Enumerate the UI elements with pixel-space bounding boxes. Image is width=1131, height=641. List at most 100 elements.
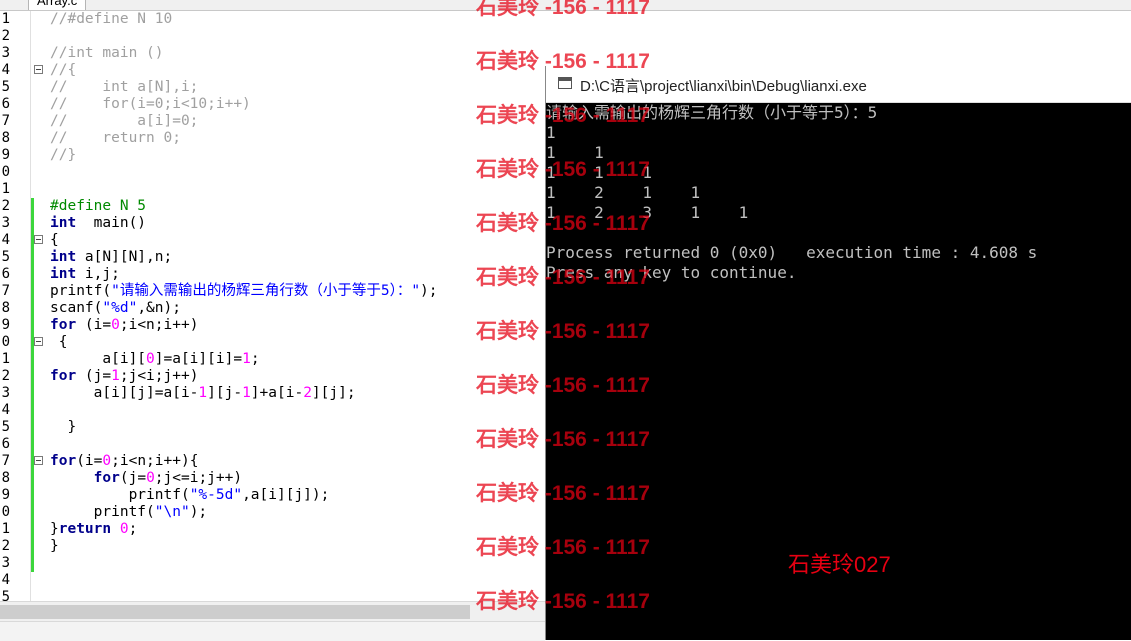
code-line[interactable]: 2 for (j=1;j<i;j++) (0, 368, 545, 385)
fold-toggle-icon[interactable] (34, 65, 43, 74)
console-title-bar[interactable]: D:\C语言\project\lianxi\bin\Debug\lianxi.e… (546, 66, 1131, 103)
console-line: 1 2 3 1 1 (546, 203, 749, 222)
code-line[interactable]: 4 (0, 402, 545, 419)
code-line[interactable]: 6 (0, 436, 545, 453)
code-line[interactable]: 2} (0, 538, 545, 555)
code-token: main() (76, 215, 147, 231)
code-token: } (50, 538, 59, 554)
code-line[interactable]: 0 (0, 164, 545, 181)
code-line[interactable]: 4 //{ (0, 62, 545, 79)
line-number: 5 (1, 419, 10, 435)
line-number: 4 (1, 572, 10, 588)
code-line[interactable]: 8 // return 0; (0, 130, 545, 147)
console-app-icon (558, 77, 572, 89)
code-token: for (50, 317, 77, 333)
fold-toggle-icon[interactable] (34, 337, 43, 346)
line-number: 3 (1, 215, 10, 231)
code-line[interactable]: 0 printf("\n"); (0, 504, 545, 521)
code-line[interactable]: 9 printf("%-5d",a[i][j]); (0, 487, 545, 504)
code-line[interactable]: 1 //#define N 10 (0, 11, 545, 28)
code-line[interactable]: 5 } (0, 419, 545, 436)
code-line[interactable]: 2 #define N 5 (0, 198, 545, 215)
code-line[interactable]: 3 a[i][j]=a[i-1][j-1]+a[i-2][j]; (0, 385, 545, 402)
code-token: } (50, 521, 59, 537)
code-line[interactable]: 7 // a[i]=0; (0, 113, 545, 130)
editor-tab-bar: Array.c (0, 0, 1131, 11)
code-line[interactable]: 9 //} (0, 147, 545, 164)
code-line[interactable]: 8 for(j=0;j<=i;j++) (0, 470, 545, 487)
code-line[interactable]: 1 a[i][0]=a[i][i]=1; (0, 351, 545, 368)
code-token: ); (189, 504, 208, 520)
code-token: ; (128, 521, 138, 537)
code-token: 1 (198, 385, 208, 401)
code-token: // a[i]=0; (50, 113, 199, 129)
code-line[interactable]: 4 (0, 572, 545, 589)
line-number: 8 (1, 470, 10, 486)
code-text: } (50, 538, 59, 555)
line-number: 9 (1, 487, 10, 503)
code-token: ,a[i][j]); (242, 487, 330, 503)
code-token: 0 (111, 317, 120, 333)
code-line[interactable]: 1}return 0; (0, 521, 545, 538)
line-number: 6 (1, 266, 10, 282)
code-token: i,j; (76, 266, 120, 282)
line-number: 1 (1, 521, 10, 537)
code-text: // a[i]=0; (50, 113, 198, 130)
code-line[interactable]: 5 int a[N][N],n; (0, 249, 545, 266)
code-line[interactable]: 1 (0, 181, 545, 198)
code-line[interactable]: 7 printf("请输入需输出的杨辉三角行数（小于等于5）："); (0, 283, 545, 300)
code-line[interactable]: 4{ (0, 232, 545, 249)
code-line[interactable]: 7 for(i=0;i<n;i++){ (0, 453, 545, 470)
line-number: 2 (1, 538, 10, 554)
code-line[interactable]: 6 int i,j; (0, 266, 545, 283)
code-token: ][j]; (311, 385, 356, 401)
code-token: "%d" (102, 300, 138, 316)
fold-toggle-icon[interactable] (34, 235, 43, 244)
line-number: 8 (1, 130, 10, 146)
code-line[interactable]: 0 { (0, 334, 545, 351)
code-token: 2 (303, 385, 312, 401)
code-token: ;j<i;j++) (119, 368, 199, 384)
console-line: 1 1 (546, 143, 604, 162)
code-token: a[i][j]=a[i- (50, 385, 199, 401)
code-token: "\n" (154, 504, 190, 520)
horizontal-scrollbar[interactable] (0, 601, 545, 622)
code-token: 0 (146, 351, 155, 367)
line-number: 1 (1, 181, 10, 197)
line-number: 6 (1, 436, 10, 452)
code-line[interactable]: 3 //int main () (0, 45, 545, 62)
code-token: "请输入需输出的杨辉三角行数（小于等于5）：" (111, 283, 421, 299)
status-bar (0, 621, 545, 641)
code-line[interactable]: 2 (0, 28, 545, 45)
code-token: ][j- (207, 385, 243, 401)
code-token: ;i<n;i++){ (111, 453, 199, 469)
code-token: // for(i=0;i<10;i++) (50, 96, 251, 112)
code-text: for (j=1;j<i;j++) (50, 368, 198, 385)
code-line[interactable]: 3 (0, 555, 545, 572)
code-text: int main() (50, 215, 146, 232)
code-token: // int a[N],i; (50, 79, 199, 95)
code-token: printf( (50, 283, 112, 299)
code-editor[interactable]: 1//#define N 10 2 3//int main () 4//{5// in… (0, 11, 545, 601)
console-line: 请输入需输出的杨辉三角行数（小于等于5）：5 (546, 103, 878, 122)
fold-toggle-icon[interactable] (34, 456, 43, 465)
line-number: 9 (1, 147, 10, 163)
scrollbar-thumb[interactable] (0, 605, 470, 619)
code-line[interactable]: 6 // for(i=0;i<10;i++) (0, 96, 545, 113)
code-line[interactable]: 5 // int a[N],i; (0, 79, 545, 96)
line-number: 7 (1, 453, 10, 469)
line-number: 7 (1, 113, 10, 129)
code-token: 1 (242, 351, 251, 367)
code-line[interactable]: 9 for (i=0;i<n;i++) (0, 317, 545, 334)
code-line[interactable]: 3 int main() (0, 215, 545, 232)
code-line[interactable]: 5 (0, 589, 545, 601)
file-tab-array-c[interactable]: Array.c (28, 0, 87, 10)
line-number: 3 (1, 45, 10, 61)
code-token: 1 (111, 368, 120, 384)
line-number: 8 (1, 300, 10, 316)
code-token: //} (50, 147, 77, 163)
code-text: for (i=0;i<n;i++) (50, 317, 198, 334)
code-text: } (50, 419, 76, 436)
code-line[interactable]: 8 scanf("%d",&n); (0, 300, 545, 317)
code-token: 0 (102, 453, 112, 469)
